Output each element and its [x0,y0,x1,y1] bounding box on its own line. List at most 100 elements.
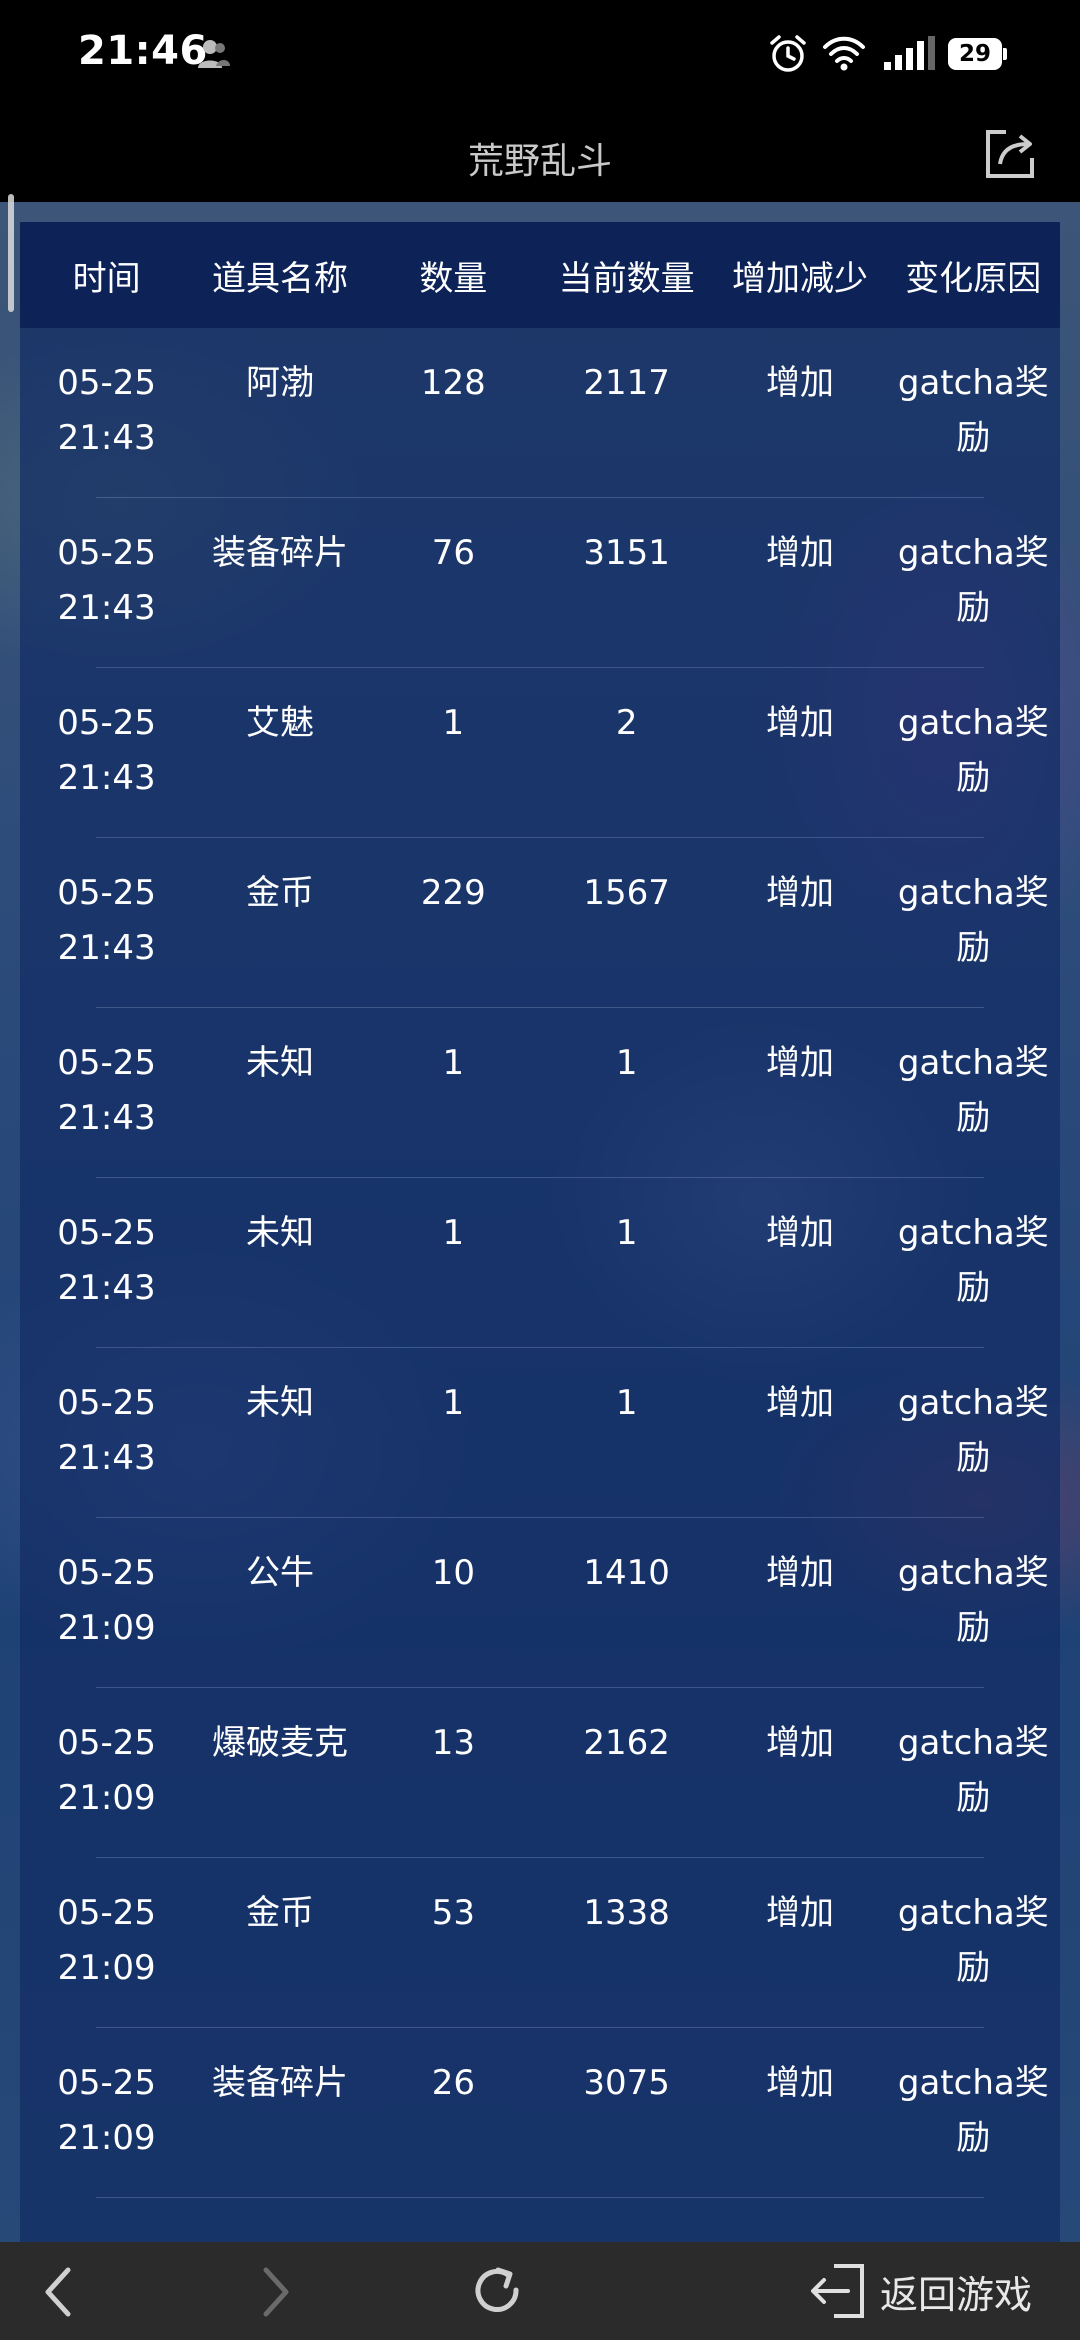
cell-reason: gatcha奖励 [897,703,1049,798]
cell-reason: gatcha奖励 [897,1893,1049,1988]
cell-reason: gatcha奖励 [897,1213,1049,1308]
cell-time: 05-25 21:43 [57,1383,157,1478]
cell-item-name: 未知 [245,1043,314,1083]
signal-icon [884,36,935,70]
cell-change: 增加 [765,1553,834,1593]
cell-quantity: 76 [431,533,475,573]
cell-item-name: 金币 [245,1893,314,1933]
cell-reason: gatcha奖励 [897,2063,1049,2158]
cell-time: 05-25 21:43 [57,533,157,628]
table-body: 05-25 21:43 阿渤 128 2117 增加 gatcha奖励 05-25… [20,328,1060,2198]
cell-reason: gatcha奖励 [897,363,1049,458]
cell-change: 增加 [765,703,834,743]
chevron-left-icon[interactable] [38,2264,78,2320]
table-row: 05-25 21:09 装备碎片 26 3075 增加 gatcha奖励 [20,2028,1060,2198]
table-row: 05-25 21:43 未知 1 1 增加 gatcha奖励 [20,1178,1060,1348]
cell-time: 05-25 21:09 [57,1893,157,1988]
return-to-game-button[interactable]: 返回游戏 [808,2258,1032,2324]
cell-quantity: 1 [442,1043,465,1083]
cell-quantity: 128 [420,363,486,403]
cell-item-name: 未知 [245,1383,314,1423]
cell-current-quantity: 2 [615,703,638,743]
table-row: 05-25 21:09 公牛 10 1410 增加 gatcha奖励 [20,1518,1060,1688]
cell-time: 05-25 21:09 [57,2063,157,2158]
table-row: 05-25 21:09 金币 53 1338 增加 gatcha奖励 [20,1858,1060,2028]
cell-time: 05-25 21:43 [57,363,157,458]
cell-time: 05-25 21:09 [57,1553,157,1648]
cell-item-name: 装备碎片 [211,533,348,573]
cell-current-quantity: 1410 [583,1553,670,1593]
return-to-game-label: 返回游戏 [880,2272,1033,2317]
cell-item-name: 金币 [245,873,314,913]
header-quantity: 数量 [419,258,488,299]
cell-item-name: 艾魅 [245,703,314,743]
cell-quantity: 1 [442,1213,465,1253]
header-item-name: 道具名称 [211,258,348,299]
cell-quantity: 229 [420,873,486,913]
cell-quantity: 26 [431,2063,475,2103]
header-increase-decrease: 增加减少 [731,258,868,299]
cell-current-quantity: 1338 [583,1893,670,1933]
share-icon[interactable] [982,126,1038,182]
cell-change: 增加 [765,363,834,403]
cell-quantity: 10 [431,1553,475,1593]
header-change-reason: 变化原因 [905,258,1042,299]
cell-current-quantity: 2117 [583,363,670,403]
table-row: 05-25 21:43 艾魅 1 2 增加 gatcha奖励 [20,668,1060,838]
cell-change: 增加 [765,2063,834,2103]
cell-current-quantity: 3075 [583,2063,670,2103]
refresh-icon[interactable] [468,2262,526,2320]
cell-current-quantity: 1 [615,1213,638,1253]
alarm-icon [770,35,806,72]
cell-reason: gatcha奖励 [897,1723,1049,1818]
table-row: 05-25 21:43 金币 229 1567 增加 gatcha奖励 [20,838,1060,1008]
cell-current-quantity: 3151 [583,533,670,573]
header-time: 时间 [72,258,141,299]
inventory-log-table: 时间 道具名称 数量 当前数量 增加减少 变化原因 05-25 21:43 阿渤 … [20,222,1060,2242]
bottom-nav-bar: 返回游戏 [0,2242,1080,2340]
chevron-right-icon[interactable] [256,2264,296,2320]
status-time: 21:46 [78,28,208,74]
cell-quantity: 13 [431,1723,475,1763]
cell-change: 增加 [765,1723,834,1763]
table-row: 05-25 21:43 阿渤 128 2117 增加 gatcha奖励 [20,328,1060,498]
cell-reason: gatcha奖励 [897,1553,1049,1648]
cell-reason: gatcha奖励 [897,1383,1049,1478]
cell-quantity: 1 [442,703,465,743]
cell-quantity: 1 [442,1383,465,1423]
cell-change: 增加 [765,533,834,573]
exit-icon [811,2264,864,2318]
cell-item-name: 阿渤 [245,363,314,403]
cell-time: 05-25 21:43 [57,873,157,968]
cell-quantity: 53 [431,1893,475,1933]
wifi-icon [823,36,865,71]
cell-item-name: 未知 [245,1213,314,1253]
battery-icon: 29 [948,38,1007,70]
table-row: 05-25 21:09 爆破麦克 13 2162 增加 gatcha奖励 [20,1688,1060,1858]
cell-change: 增加 [765,1213,834,1253]
scrollbar-thumb[interactable] [8,194,14,312]
cell-reason: gatcha奖励 [897,1043,1049,1138]
title-bar: 荒野乱斗 [0,110,1080,202]
cell-time: 05-25 21:43 [57,1043,157,1138]
cell-change: 增加 [765,1893,834,1933]
cell-time: 05-25 21:43 [57,1213,157,1308]
status-bar: 21:46 29 [0,0,1080,110]
cell-change: 增加 [765,873,834,913]
cell-reason: gatcha奖励 [897,873,1049,968]
cell-item-name: 公牛 [245,1553,314,1593]
table-row: 05-25 21:43 未知 1 1 增加 gatcha奖励 [20,1348,1060,1518]
cell-current-quantity: 2162 [583,1723,670,1763]
cell-change: 增加 [765,1383,834,1423]
table-row: 05-25 21:43 装备碎片 76 3151 增加 gatcha奖励 [20,498,1060,668]
cell-change: 增加 [765,1043,834,1083]
table-header: 时间 道具名称 数量 当前数量 增加减少 变化原因 [20,222,1060,328]
cell-time: 05-25 21:43 [57,703,157,798]
cell-current-quantity: 1567 [583,873,670,913]
table-row: 05-25 21:43 未知 1 1 增加 gatcha奖励 [20,1008,1060,1178]
cell-time: 05-25 21:09 [57,1723,157,1818]
header-current-quantity: 当前数量 [558,258,695,299]
cell-current-quantity: 1 [615,1383,638,1423]
cell-current-quantity: 1 [615,1043,638,1083]
cell-reason: gatcha奖励 [897,533,1049,628]
